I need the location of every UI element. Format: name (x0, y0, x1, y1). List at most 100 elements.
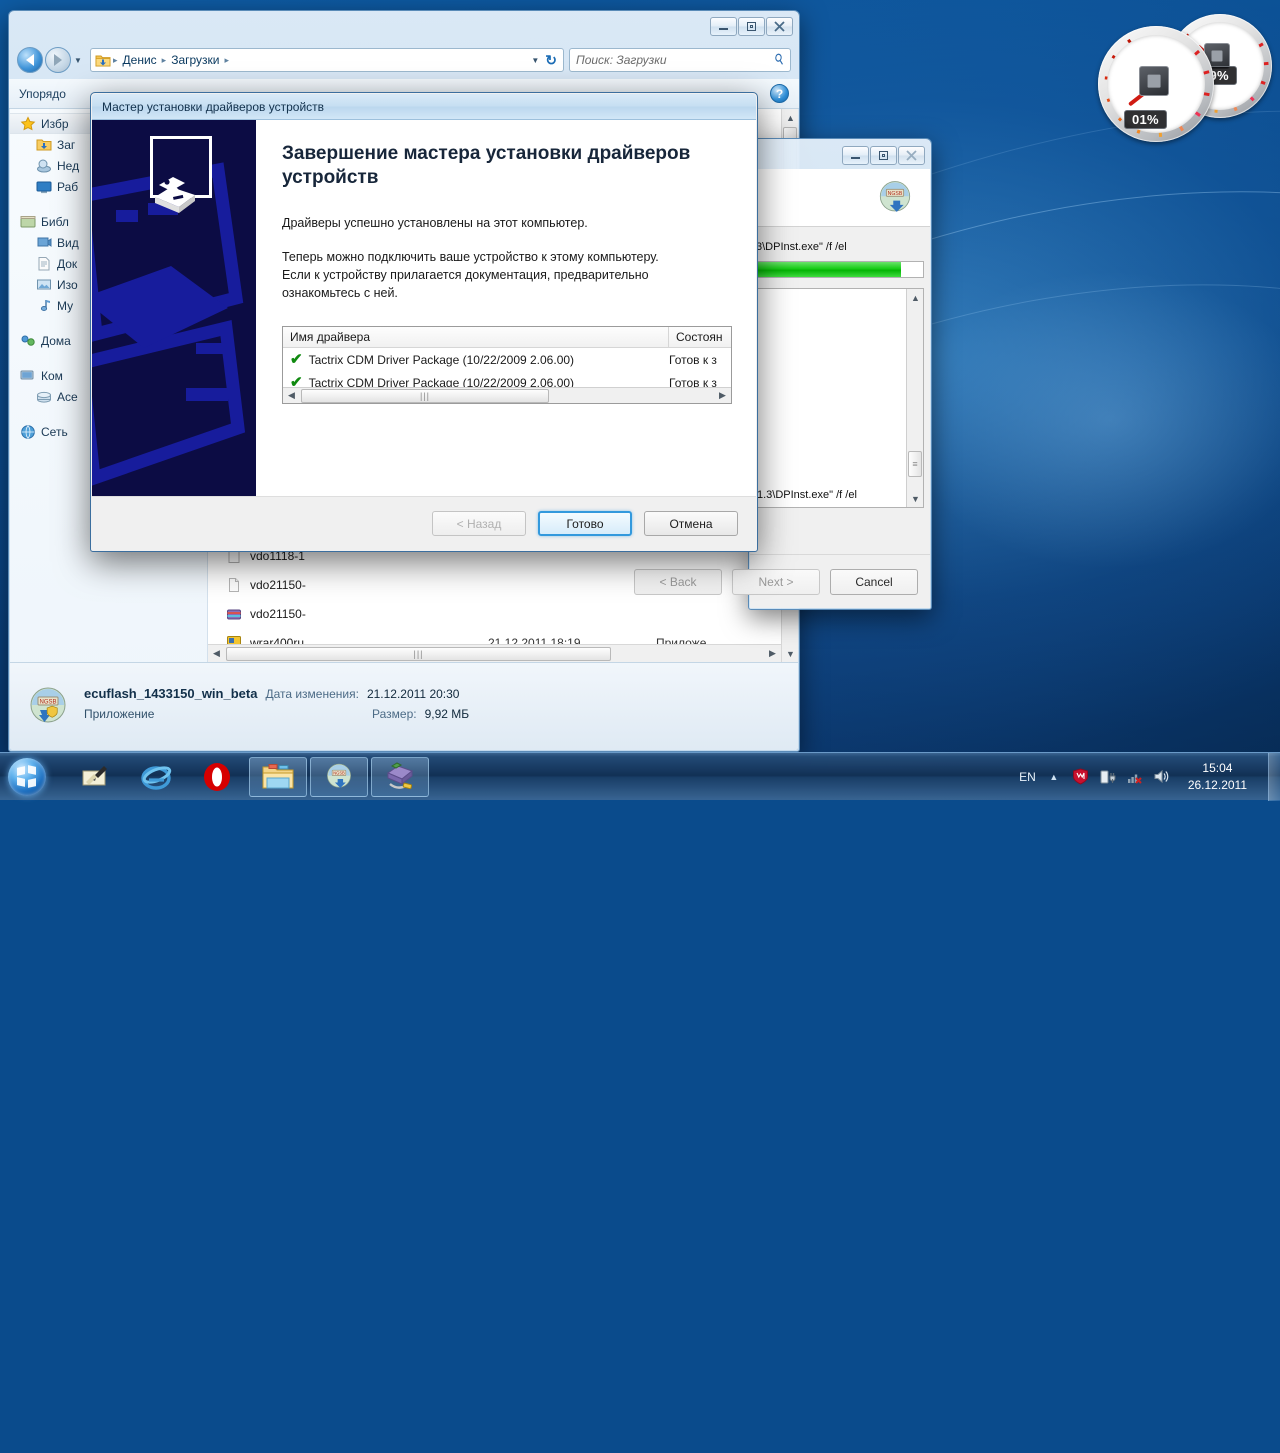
start-button[interactable] (2, 755, 52, 799)
sidebar-label: Дома (41, 333, 71, 348)
finish-button[interactable]: Готово (538, 511, 632, 536)
explorer-window-controls[interactable] (710, 17, 793, 36)
wizard-title-text: Мастер установки драйверов устройств (102, 99, 325, 114)
installer-log-line: 1.3\DPInst.exe" /f /el (757, 489, 857, 501)
network-icon (20, 424, 36, 440)
recent-pages-dropdown[interactable]: ▼ (74, 56, 84, 65)
scroll-down-arrow[interactable]: ▼ (907, 490, 923, 507)
table-row[interactable]: vdo21150- (208, 599, 798, 628)
address-bar[interactable]: ▸ Денис ▸ Загрузки ▸ ▼ ↻ (90, 48, 564, 72)
forward-arrow-icon (54, 54, 62, 66)
system-tray[interactable]: EN ▲ 15:04 26.12.2011 (1019, 752, 1280, 801)
opera-taskbar-icon[interactable] (188, 757, 246, 797)
sticky-notes-taskbar-icon[interactable] (66, 757, 124, 797)
scroll-up-arrow[interactable]: ▲ (782, 109, 798, 126)
explorer-taskbar-icon[interactable] (249, 756, 307, 797)
breadcrumb-item-0[interactable]: Денис (120, 52, 160, 68)
show-hidden-icons-button[interactable]: ▲ (1045, 768, 1063, 786)
explorer-navigation-row[interactable]: ▼ ▸ Денис ▸ Загрузки ▸ ▼ ↻ Поиск: Загруз… (9, 41, 799, 79)
ecuflash-download-icon: NGSB (327, 763, 351, 788)
taskbar-items[interactable]: NGSB (66, 756, 429, 797)
installer-log-scrollbar[interactable]: ▲ ≡ ▼ (906, 289, 923, 507)
language-indicator[interactable]: EN (1019, 770, 1036, 784)
usb-eject-tray-icon[interactable] (1099, 768, 1117, 786)
driver-wizard-taskbar-icon[interactable] (371, 756, 429, 797)
desktop-icon (36, 179, 52, 195)
breadcrumb-item-1[interactable]: Загрузки (168, 52, 222, 68)
wizard-footer: < Назад Готово Отмена (92, 496, 756, 550)
wizard-main-panel: Завершение мастера установки драйверов у… (256, 120, 756, 497)
mcafee-tray-icon[interactable] (1072, 768, 1090, 786)
cpu-value: 01% (1124, 110, 1167, 129)
internet-explorer-taskbar-icon[interactable] (127, 757, 185, 797)
volume-tray-icon[interactable] (1153, 768, 1171, 786)
help-button[interactable]: ? (770, 84, 789, 103)
local-disk-icon (36, 389, 52, 405)
scroll-right-arrow[interactable]: ▶ (714, 387, 731, 403)
ecuflash-app-icon: NGSB (30, 687, 66, 722)
driver-table-horizontal-scrollbar[interactable]: ◀ ||| ▶ (283, 387, 731, 403)
sidebar-label: Асе (57, 389, 78, 404)
minimize-button[interactable] (842, 146, 869, 165)
back-button[interactable]: < Back (634, 568, 722, 595)
forward-button[interactable] (45, 47, 71, 73)
driver-package-glyph (155, 177, 195, 213)
scroll-left-arrow[interactable]: ◀ (208, 645, 225, 662)
details-file-name: ecuflash_1433150_win_beta (84, 686, 258, 701)
crumb-separator: ▸ (161, 54, 167, 65)
wizard-titlebar[interactable]: Мастер установки драйверов устройств (92, 94, 756, 120)
scroll-left-arrow[interactable]: ◀ (283, 387, 300, 403)
cancel-button[interactable]: Cancel (830, 568, 918, 595)
maximize-button[interactable] (738, 17, 765, 36)
back-button[interactable] (17, 47, 43, 73)
cancel-button[interactable]: Отмена (644, 511, 738, 536)
installer-body: 3\DPInst.exe" /f /el 1.3\DPInst.exe" /f … (750, 227, 930, 555)
address-dropdown-icon[interactable]: ▼ (531, 56, 539, 65)
opera-icon (204, 762, 230, 791)
crumb-separator: ▸ (224, 54, 230, 65)
installer-footer: < Back Next > Cancel (634, 554, 930, 608)
downloads-folder-icon (95, 55, 111, 66)
installer-window[interactable]: NGSB 3\DPInst.exe" /f /el 1.3\DPInst.exe… (634, 138, 932, 610)
close-button[interactable] (766, 17, 793, 36)
scroll-up-arrow[interactable]: ▲ (907, 289, 923, 306)
cpu-meter[interactable]: 01% (1098, 26, 1214, 142)
clock-time: 15:04 (1202, 761, 1233, 776)
installer-log[interactable]: 1.3\DPInst.exe" /f /el ▲ ≡ ▼ (750, 288, 924, 508)
organize-button[interactable]: Упорядо (19, 87, 66, 101)
table-row[interactable]: ✔ Tactrix CDM Driver Package (10/22/2009… (283, 348, 731, 371)
minimize-button[interactable] (710, 17, 737, 36)
clock-date: 26.12.2011 (1187, 777, 1247, 792)
sidebar-label: Изо (57, 277, 78, 292)
pictures-library-icon (36, 277, 52, 293)
installer-window-controls[interactable] (842, 146, 925, 165)
back-button[interactable]: < Назад (432, 511, 526, 536)
next-button[interactable]: Next > (732, 568, 820, 595)
horizontal-scroll-thumb[interactable]: ||| (301, 388, 549, 403)
cpu-ram-meter-gadget[interactable]: 39% 01% (1092, 12, 1276, 142)
maximize-button[interactable] (870, 146, 897, 165)
network-disconnected-tray-icon[interactable] (1126, 768, 1144, 786)
ecuflash-installer-taskbar-icon[interactable]: NGSB (310, 756, 368, 797)
driver-install-wizard-dialog[interactable]: Мастер установки драйверов устройств Зав… (90, 92, 758, 552)
clock[interactable]: 15:04 26.12.2011 (1180, 760, 1255, 792)
sidebar-label: Заг (57, 137, 76, 152)
explorer-titlebar[interactable] (9, 11, 799, 41)
file-name: vdo21150- (250, 606, 306, 621)
back-arrow-icon (26, 54, 34, 66)
scroll-right-arrow[interactable]: ▶ (764, 645, 781, 662)
refresh-icon[interactable]: ↻ (545, 52, 557, 69)
documents-library-icon (36, 256, 52, 272)
close-button[interactable] (898, 146, 925, 165)
horizontal-scroll-thumb[interactable]: ||| (226, 646, 611, 661)
scroll-down-arrow[interactable]: ▼ (782, 645, 798, 662)
log-scroll-thumb[interactable]: ≡ (908, 451, 922, 477)
search-input[interactable]: Поиск: Загрузки ⚲ (569, 48, 791, 72)
taskbar[interactable]: NGSB EN ▲ 15:04 26.12.2011 (0, 752, 1280, 801)
show-desktop-button[interactable] (1268, 752, 1280, 801)
installer-header: NGSB (750, 169, 930, 227)
blank-document-icon (226, 577, 242, 593)
driver-status-table[interactable]: Имя драйвера Состоян ✔ Tactrix CDM Drive… (282, 326, 732, 404)
internet-explorer-icon (141, 765, 172, 790)
file-list-horizontal-scrollbar[interactable]: ◀ ||| ▶ (208, 644, 781, 662)
